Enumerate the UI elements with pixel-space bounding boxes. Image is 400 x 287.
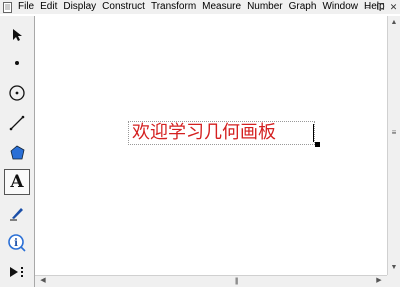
scroll-right-icon[interactable]: ▶ <box>373 276 385 286</box>
menu-edit[interactable]: Edit <box>37 0 60 14</box>
menu-file[interactable]: File <box>15 0 37 14</box>
sketch-canvas[interactable] <box>35 16 387 275</box>
scroll-grip-icon[interactable]: ≡ <box>388 128 400 138</box>
text-object-content[interactable]: 欢迎学习几何画板 <box>132 122 276 144</box>
menu-bar: File Edit Display Construct Transform Me… <box>0 0 400 14</box>
menu-window[interactable]: Window <box>319 0 361 14</box>
resize-handle[interactable] <box>315 142 320 147</box>
text-tool[interactable]: A <box>4 169 30 195</box>
menu-display[interactable]: Display <box>60 0 99 14</box>
scroll-left-icon[interactable]: ◀ <box>37 276 49 286</box>
restore-button[interactable]: ❐ <box>374 1 387 13</box>
minimize-button[interactable]: – <box>361 1 374 13</box>
text-icon: A <box>10 172 24 192</box>
selection-arrow-tool[interactable] <box>4 22 30 48</box>
straightedge-tool[interactable] <box>4 110 30 136</box>
point-tool[interactable] <box>4 50 30 76</box>
pen-icon <box>10 208 23 221</box>
polygon-tool[interactable] <box>4 140 30 166</box>
scroll-down-icon[interactable]: ▼ <box>388 263 400 273</box>
document-icon[interactable] <box>2 1 13 13</box>
menu-measure[interactable]: Measure <box>199 0 244 14</box>
marker-tool[interactable] <box>4 200 30 226</box>
arrow-icon <box>13 29 22 41</box>
polygon-icon <box>10 145 25 160</box>
compass-tool[interactable] <box>4 80 30 106</box>
info-icon: i <box>8 234 26 252</box>
window-controls: – ❐ ✕ <box>361 0 400 14</box>
menu-graph[interactable]: Graph <box>286 0 320 14</box>
text-object[interactable]: 欢迎学习几何画板 <box>128 121 315 145</box>
menu-construct[interactable]: Construct <box>99 0 148 14</box>
information-tool[interactable]: i <box>4 230 30 256</box>
horizontal-scrollbar[interactable]: ◀ ||| ▶ <box>35 275 387 287</box>
scroll-grip[interactable]: ||| <box>235 278 239 285</box>
vertical-scrollbar[interactable]: ▲ ≡ ▼ <box>387 16 400 275</box>
custom-tools[interactable] <box>4 259 30 285</box>
text-caret <box>313 124 314 142</box>
size-grip <box>387 275 400 287</box>
circle-icon <box>9 85 25 101</box>
svg-text:i: i <box>14 238 18 249</box>
toolbox: A i <box>0 16 35 287</box>
menu-number[interactable]: Number <box>244 0 286 14</box>
close-button[interactable]: ✕ <box>387 1 400 13</box>
point-icon <box>15 61 19 65</box>
scroll-up-icon[interactable]: ▲ <box>388 18 400 28</box>
play-menu-icon <box>10 267 23 277</box>
line-segment-icon <box>9 115 25 131</box>
menu-transform[interactable]: Transform <box>148 0 199 14</box>
